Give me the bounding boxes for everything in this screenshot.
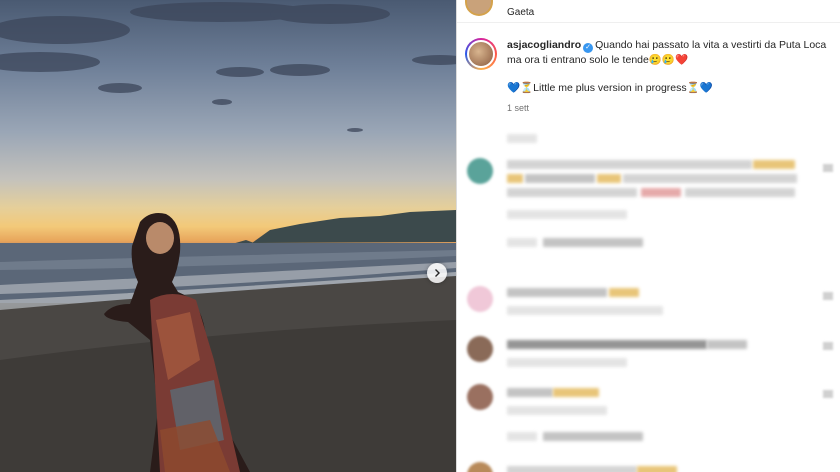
header-avatar[interactable]: [465, 0, 493, 16]
comment-avatar[interactable]: [467, 286, 493, 312]
author-avatar[interactable]: [465, 38, 497, 70]
comment-blurred: [457, 154, 840, 232]
carousel-next-button[interactable]: [427, 263, 447, 283]
comment-blurred: [457, 380, 840, 460]
comment-avatar[interactable]: [467, 336, 493, 362]
chevron-right-icon: [435, 269, 440, 277]
post-photo[interactable]: [0, 0, 456, 472]
caption-line-2: 💙⏳Little me plus version in progress⏳💙: [507, 82, 713, 94]
comment-blurred: [457, 460, 840, 472]
verified-badge-icon: ✓: [583, 43, 594, 53]
comment-avatar[interactable]: [467, 384, 493, 410]
location-link[interactable]: Gaeta: [507, 7, 534, 18]
comment-avatar[interactable]: [467, 158, 493, 184]
post-timestamp[interactable]: 1 sett: [507, 101, 829, 115]
comment-blurred: [457, 232, 840, 282]
author-username[interactable]: asjacogliandro: [507, 39, 581, 51]
caption: asjacogliandro ✓ Quando hai passato la vit…: [465, 38, 835, 115]
comment-avatar[interactable]: [467, 462, 493, 472]
comment-blurred: [457, 126, 840, 154]
caption-line-1: asjacogliandro ✓ Quando hai passato la vit…: [507, 38, 829, 67]
post-header: Gaeta: [465, 0, 534, 22]
post-side-panel: Gaeta asjacogliandro ✓ Quando hai passato …: [456, 0, 840, 472]
comments-list: [457, 126, 840, 472]
header-divider: [457, 22, 840, 23]
beach-sunset-scene: [0, 2, 456, 472]
comment-blurred: [457, 282, 840, 332]
comment-blurred: [457, 332, 840, 380]
